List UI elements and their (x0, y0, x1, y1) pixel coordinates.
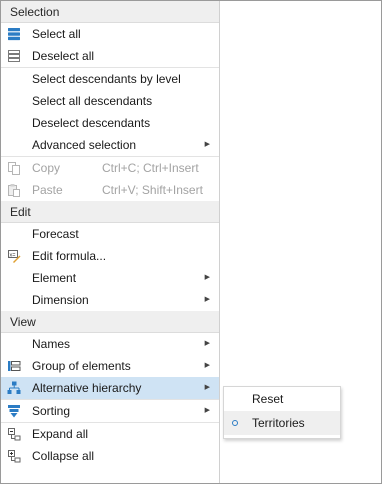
menu-item-collapse-all[interactable]: Collapse all (1, 445, 219, 467)
paste-icon (8, 184, 20, 197)
menu-item-sorting[interactable]: Sorting ▶ (1, 400, 219, 422)
section-header-view: View (1, 311, 219, 333)
menu-item-label: Names (32, 337, 71, 351)
svg-text:x=: x= (10, 253, 16, 259)
sort-icon (8, 405, 20, 418)
shortcut-text: Ctrl+V; Shift+Insert (102, 183, 203, 197)
menu-item-label: Select all descendants (32, 94, 153, 108)
group-icon (8, 361, 21, 371)
menu-item-select-all-descendants[interactable]: Select all descendants (1, 90, 219, 112)
menu-item-alternative-hierarchy[interactable]: Alternative hierarchy ▶ (1, 377, 219, 399)
collapse-icon (8, 450, 21, 463)
chevron-right-icon: ▶ (204, 340, 210, 347)
menu-item-label: Group of elements (32, 359, 131, 373)
copy-icon (8, 162, 20, 175)
radio-dot-icon (232, 420, 238, 426)
menu-item-paste[interactable]: Paste Ctrl+V; Shift+Insert (1, 179, 219, 201)
chevron-right-icon: ▶ (204, 407, 210, 414)
menu-item-label: Select descendants by level (32, 72, 181, 86)
submenu-item-reset[interactable]: Reset (224, 387, 340, 411)
menu-item-label: Collapse all (32, 449, 95, 463)
menu-item-label: Forecast (32, 227, 79, 241)
menu-item-label: Select all (32, 27, 81, 41)
expand-icon (8, 428, 21, 441)
stack-outline-icon (8, 50, 20, 62)
menu-item-label: Sorting (32, 404, 71, 418)
chevron-right-icon: ▶ (204, 296, 210, 303)
menu-item-dimension[interactable]: Dimension ▶ (1, 289, 219, 311)
menu-item-label: Edit formula... (32, 249, 107, 263)
chevron-right-icon: ▶ (204, 384, 210, 391)
chevron-right-icon: ▶ (204, 141, 210, 148)
menu-item-label: Paste (32, 183, 63, 197)
chevron-right-icon: ▶ (204, 274, 210, 281)
shortcut-text: Ctrl+C; Ctrl+Insert (102, 161, 199, 175)
menu-item-group-of-elements[interactable]: Group of elements ▶ (1, 355, 219, 377)
menu-item-forecast[interactable]: Forecast (1, 223, 219, 245)
section-header-edit: Edit (1, 201, 219, 223)
menu-item-label: Deselect descendants (32, 116, 151, 130)
section-header-selection: Selection (1, 1, 219, 23)
menu-item-label: Alternative hierarchy (32, 381, 142, 395)
menu-item-label: Advanced selection (32, 138, 137, 152)
menu-item-names[interactable]: Names ▶ (1, 333, 219, 355)
chevron-right-icon: ▶ (204, 362, 210, 369)
menu-item-label: Dimension (32, 293, 89, 307)
menu-item-select-descendants-by-level[interactable]: Select descendants by level (1, 68, 219, 90)
menu-item-deselect-all[interactable]: Deselect all (1, 45, 219, 67)
submenu-item-label: Territories (252, 416, 305, 430)
menu-item-label: Expand all (32, 427, 89, 441)
menu-item-element[interactable]: Element ▶ (1, 267, 219, 289)
formula-icon: x= (8, 250, 21, 263)
menu-item-deselect-descendants[interactable]: Deselect descendants (1, 112, 219, 134)
hierarchy-icon (7, 381, 21, 394)
menu-item-advanced-selection[interactable]: Advanced selection ▶ (1, 134, 219, 156)
menu-item-copy[interactable]: Copy Ctrl+C; Ctrl+Insert (1, 157, 219, 179)
alternative-hierarchy-submenu: Reset Territories (223, 386, 341, 439)
submenu-item-label: Reset (252, 392, 284, 406)
menu-item-label: Element (32, 271, 77, 285)
context-menu: Selection Select all Deselect all Select… (1, 1, 220, 483)
stack-filled-icon (8, 28, 20, 41)
menu-item-select-all[interactable]: Select all (1, 23, 219, 45)
menu-item-edit-formula[interactable]: x= Edit formula... (1, 245, 219, 267)
context-menu-window: Selection Select all Deselect all Select… (0, 0, 382, 484)
menu-item-label: Deselect all (32, 49, 95, 63)
menu-item-label: Copy (32, 161, 61, 175)
menu-item-expand-all[interactable]: Expand all (1, 423, 219, 445)
submenu-item-territories[interactable]: Territories (224, 411, 340, 435)
